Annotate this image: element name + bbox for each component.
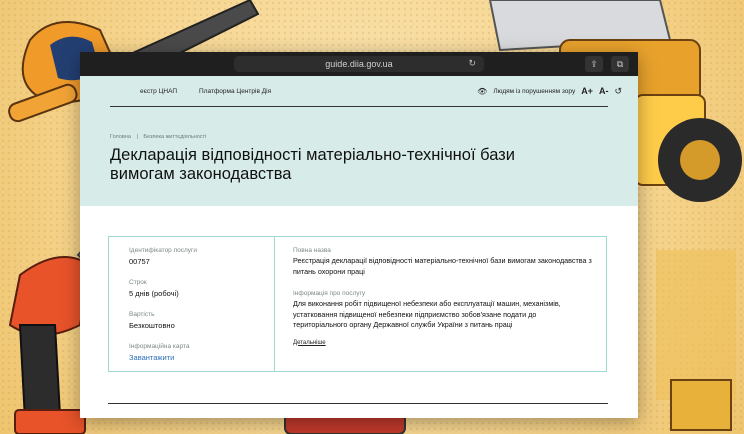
term-label: Строк xyxy=(129,279,147,286)
breadcrumb-home[interactable]: Головна xyxy=(110,134,131,140)
breadcrumb: Головна | Безпека життєдіяльності xyxy=(110,134,206,140)
breadcrumb-separator: | xyxy=(136,134,138,140)
info-card-field: Інформаційна карта Завантажити xyxy=(129,343,274,362)
term-value: 5 днів (робочі) xyxy=(129,289,179,298)
service-summary: Ідентифікатор послуги 00757 Строк 5 днів… xyxy=(109,237,275,371)
service-details: Повна назва Реєстрація декларації відпов… xyxy=(275,237,606,371)
browser-toolbar: guide.diia.gov.ua ↻ ⇪ ⧉ xyxy=(80,52,638,76)
address-bar[interactable]: guide.diia.gov.ua ↻ xyxy=(234,56,484,72)
reload-icon[interactable]: ↻ xyxy=(468,58,476,69)
page-hero: еєстр ЦНАП Платформа Центрів Дія 👁 Людям… xyxy=(80,76,638,206)
full-name-value: Реєстрація декларації відповідності мате… xyxy=(293,256,592,276)
tabs-icon: ⧉ xyxy=(616,58,624,69)
nav-link-diia-centers[interactable]: Платформа Центрів Дія xyxy=(199,88,271,95)
cost-label: Вартість xyxy=(129,311,155,318)
bottom-divider xyxy=(108,403,608,404)
accessibility-tools: 👁 Людям із порушенням зору A+ A- ↺ xyxy=(477,76,622,106)
browser-window: guide.diia.gov.ua ↻ ⇪ ⧉ еєстр ЦНАП Платф… xyxy=(80,52,638,418)
service-info-label: Інформація про послугу xyxy=(293,290,366,297)
service-info-field: Інформація про послугу Для виконання роб… xyxy=(293,290,592,349)
service-id-label: Ідентифікатор послуги xyxy=(129,247,198,254)
machinery-illustration xyxy=(656,250,736,431)
cost-value: Безкоштовно xyxy=(129,321,175,330)
term-field: Строк 5 днів (робочі) xyxy=(129,279,274,298)
service-id-field: Ідентифікатор послуги 00757 xyxy=(129,247,274,266)
cost-field: Вартість Безкоштовно xyxy=(129,311,274,330)
page-title: Декларація відповідності матеріально-тех… xyxy=(110,146,515,183)
reset-icon[interactable]: ↺ xyxy=(614,86,622,97)
full-name-field: Повна назва Реєстрація декларації відпов… xyxy=(293,247,592,277)
info-card-label: Інформаційна карта xyxy=(129,343,190,350)
details-link[interactable]: Детальніше xyxy=(293,340,326,346)
breadcrumb-section[interactable]: Безпека життєдіяльності xyxy=(143,134,206,140)
vision-mode-link[interactable]: Людям із порушенням зору xyxy=(493,88,575,95)
share-icon: ⇪ xyxy=(590,58,598,69)
tabs-button[interactable]: ⧉ xyxy=(611,56,629,72)
service-info-value: Для виконання робіт підвищеної небезпеки… xyxy=(293,299,561,329)
download-link[interactable]: Завантажити xyxy=(129,353,274,362)
service-id-value: 00757 xyxy=(129,257,150,266)
nav-divider xyxy=(110,106,608,107)
share-button[interactable]: ⇪ xyxy=(585,56,603,72)
url-text: guide.diia.gov.ua xyxy=(325,59,393,69)
font-increase-button[interactable]: A+ xyxy=(581,86,593,96)
nav-link-cnap-registry[interactable]: еєстр ЦНАП xyxy=(140,88,177,95)
service-card: Ідентифікатор послуги 00757 Строк 5 днів… xyxy=(108,236,607,372)
eye-icon: 👁 xyxy=(477,86,488,96)
top-navigation: еєстр ЦНАП Платформа Центрів Дія 👁 Людям… xyxy=(80,76,638,106)
font-decrease-button[interactable]: A- xyxy=(599,86,609,96)
full-name-label: Повна назва xyxy=(293,247,331,254)
